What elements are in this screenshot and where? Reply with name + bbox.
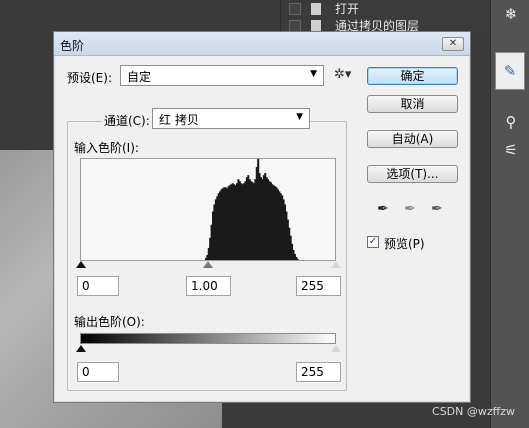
- layer-row[interactable]: 打开: [281, 0, 491, 17]
- output-white-slider[interactable]: [331, 345, 341, 352]
- visibility-box[interactable]: [289, 2, 301, 15]
- sliders-icon[interactable]: ⚟: [499, 140, 523, 160]
- chevron-down-icon: ▼: [296, 112, 303, 122]
- auto-button[interactable]: 自动(A): [367, 130, 458, 148]
- gear-icon[interactable]: ✲▾: [334, 67, 351, 82]
- output-white-field[interactable]: 255: [296, 362, 341, 382]
- cancel-button[interactable]: 取消: [367, 95, 458, 113]
- layer-label: 打开: [335, 2, 360, 16]
- preset-value: 自定: [127, 70, 152, 84]
- histogram: [80, 158, 336, 261]
- output-black-field[interactable]: 0: [77, 362, 119, 382]
- black-eyedropper-icon[interactable]: ✒: [377, 201, 389, 217]
- dialog-title: 色阶: [60, 39, 85, 53]
- preset-select[interactable]: 自定 ▼: [120, 65, 324, 86]
- watermark: CSDN @wzffzw: [432, 405, 515, 418]
- tool-panel: ❄ ✎ ⚲ ⚟: [490, 0, 529, 428]
- preview-checkbox[interactable]: ✓: [367, 236, 379, 248]
- output-black-slider[interactable]: [76, 345, 86, 352]
- preview-label: 预览(P): [384, 237, 425, 251]
- input-white-slider[interactable]: [331, 261, 341, 268]
- channel-value: 红 拷贝: [159, 113, 199, 127]
- output-gradient-bar: [80, 333, 336, 344]
- brush-preset-icon[interactable]: ✎: [495, 52, 525, 90]
- layers-panel: 打开 通过拷贝的图层: [280, 0, 490, 34]
- layer-thumbnail-icon: [311, 19, 321, 32]
- input-black-slider[interactable]: [76, 261, 86, 268]
- channel-label: 通道(C):: [102, 112, 152, 129]
- pin-icon[interactable]: ⚲: [499, 112, 523, 132]
- input-gamma-slider[interactable]: [203, 261, 213, 268]
- input-black-field[interactable]: 0: [77, 276, 119, 296]
- options-button[interactable]: 选项(T)...: [367, 165, 458, 183]
- gray-eyedropper-icon[interactable]: ✒: [404, 201, 416, 217]
- output-levels-label: 输出色阶(O):: [74, 315, 145, 329]
- visibility-box[interactable]: [289, 19, 301, 32]
- histogram-bar: [296, 258, 299, 260]
- histogram-graph: [204, 159, 299, 260]
- snowflake-icon[interactable]: ❄: [499, 4, 523, 24]
- chevron-down-icon: ▼: [310, 69, 317, 79]
- input-gamma-field[interactable]: 1.00: [186, 276, 231, 296]
- levels-dialog: 色阶 ✕ 预设(E): 自定 ▼ ✲▾ 通道(C): 红 拷贝 ▼ 输入色阶(I…: [53, 31, 471, 403]
- layer-thumbnail-icon: [311, 2, 321, 15]
- input-levels-label: 输入色阶(I):: [74, 141, 139, 155]
- preset-label: 预设(E):: [67, 71, 112, 85]
- ok-button[interactable]: 确定: [367, 67, 458, 85]
- title-bar[interactable]: 色阶 ✕: [54, 32, 470, 56]
- close-button[interactable]: ✕: [442, 37, 464, 51]
- channel-select[interactable]: 红 拷贝 ▼: [152, 108, 310, 129]
- white-eyedropper-icon[interactable]: ✒: [431, 201, 443, 217]
- input-white-field[interactable]: 255: [296, 276, 341, 296]
